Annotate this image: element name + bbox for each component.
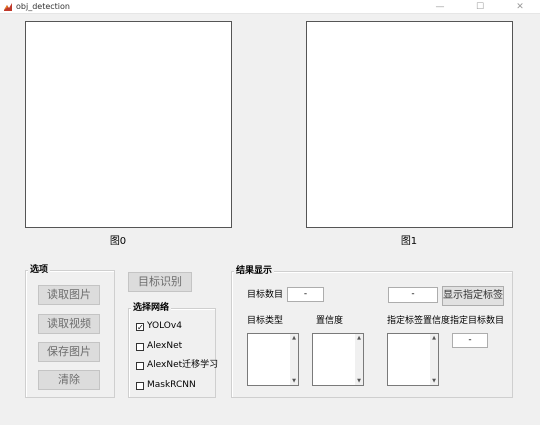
left-image-label: 图0 xyxy=(109,236,127,247)
unchecked-box-icon xyxy=(136,361,144,370)
network-panel-title: 选择网络 xyxy=(131,303,172,314)
target-type-listbox[interactable]: ▲ ▼ xyxy=(247,333,299,386)
scroll-up-icon[interactable]: ▲ xyxy=(355,334,363,342)
alexnet-transfer-checkbox-label: AlexNet迁移学习 xyxy=(147,360,219,370)
scrollbar[interactable]: ▲ ▼ xyxy=(355,334,363,385)
right-image-label: 图1 xyxy=(400,236,418,247)
right-image-axes xyxy=(306,21,513,228)
yolov4-checkbox[interactable]: ✓ YOLOv4 xyxy=(136,321,182,332)
window-title: obj_detection xyxy=(16,2,70,11)
matlab-figure-icon xyxy=(3,2,13,12)
maximize-button[interactable]: ☐ xyxy=(460,0,500,14)
maskrcnn-checkbox[interactable]: MaskRCNN xyxy=(136,380,196,391)
scroll-up-icon[interactable]: ▲ xyxy=(290,334,298,342)
minimize-button[interactable]: — xyxy=(420,0,460,14)
scroll-down-icon[interactable]: ▼ xyxy=(355,377,363,385)
alexnet-transfer-checkbox[interactable]: AlexNet迁移学习 xyxy=(136,360,218,371)
close-button[interactable]: ✕ xyxy=(500,0,540,14)
options-panel-title: 选项 xyxy=(28,265,51,276)
save-image-button[interactable]: 保存图片 xyxy=(38,342,100,362)
read-video-button[interactable]: 读取视频 xyxy=(38,314,100,334)
results-panel-title: 结果显示 xyxy=(234,266,275,277)
checkmark-icon: ✓ xyxy=(136,322,144,332)
detect-button[interactable]: 目标识别 xyxy=(128,272,192,292)
specified-count-label: 指定目标数目 xyxy=(450,316,505,326)
label-confidence-label: 指定标签置信度 xyxy=(387,316,451,326)
label-confidence-listbox[interactable]: ▲ ▼ xyxy=(387,333,439,386)
unchecked-box-icon xyxy=(136,381,144,390)
maskrcnn-checkbox-label: MaskRCNN xyxy=(147,380,196,390)
show-label-button[interactable]: 显示指定标签 xyxy=(442,286,504,306)
title-bar: obj_detection — ☐ ✕ xyxy=(0,0,540,14)
scroll-down-icon[interactable]: ▼ xyxy=(430,377,438,385)
alexnet-checkbox[interactable]: AlexNet xyxy=(136,341,182,352)
label-input-field[interactable]: - xyxy=(388,287,438,303)
left-image-axes xyxy=(25,21,232,228)
yolov4-checkbox-label: YOLOv4 xyxy=(147,321,182,331)
target-count-field[interactable]: - xyxy=(287,287,324,302)
read-image-button[interactable]: 读取图片 xyxy=(38,285,100,305)
alexnet-checkbox-label: AlexNet xyxy=(147,341,183,351)
target-count-label: 目标数目 xyxy=(247,290,284,300)
scrollbar[interactable]: ▲ ▼ xyxy=(290,334,298,385)
confidence-label: 置信度 xyxy=(316,316,344,326)
confidence-listbox[interactable]: ▲ ▼ xyxy=(312,333,364,386)
scroll-up-icon[interactable]: ▲ xyxy=(430,334,438,342)
clear-button[interactable]: 清除 xyxy=(38,370,100,390)
specified-count-field[interactable]: - xyxy=(452,333,488,348)
target-type-label: 目标类型 xyxy=(247,316,284,326)
scrollbar[interactable]: ▲ ▼ xyxy=(430,334,438,385)
unchecked-box-icon xyxy=(136,342,144,351)
scroll-down-icon[interactable]: ▼ xyxy=(290,377,298,385)
